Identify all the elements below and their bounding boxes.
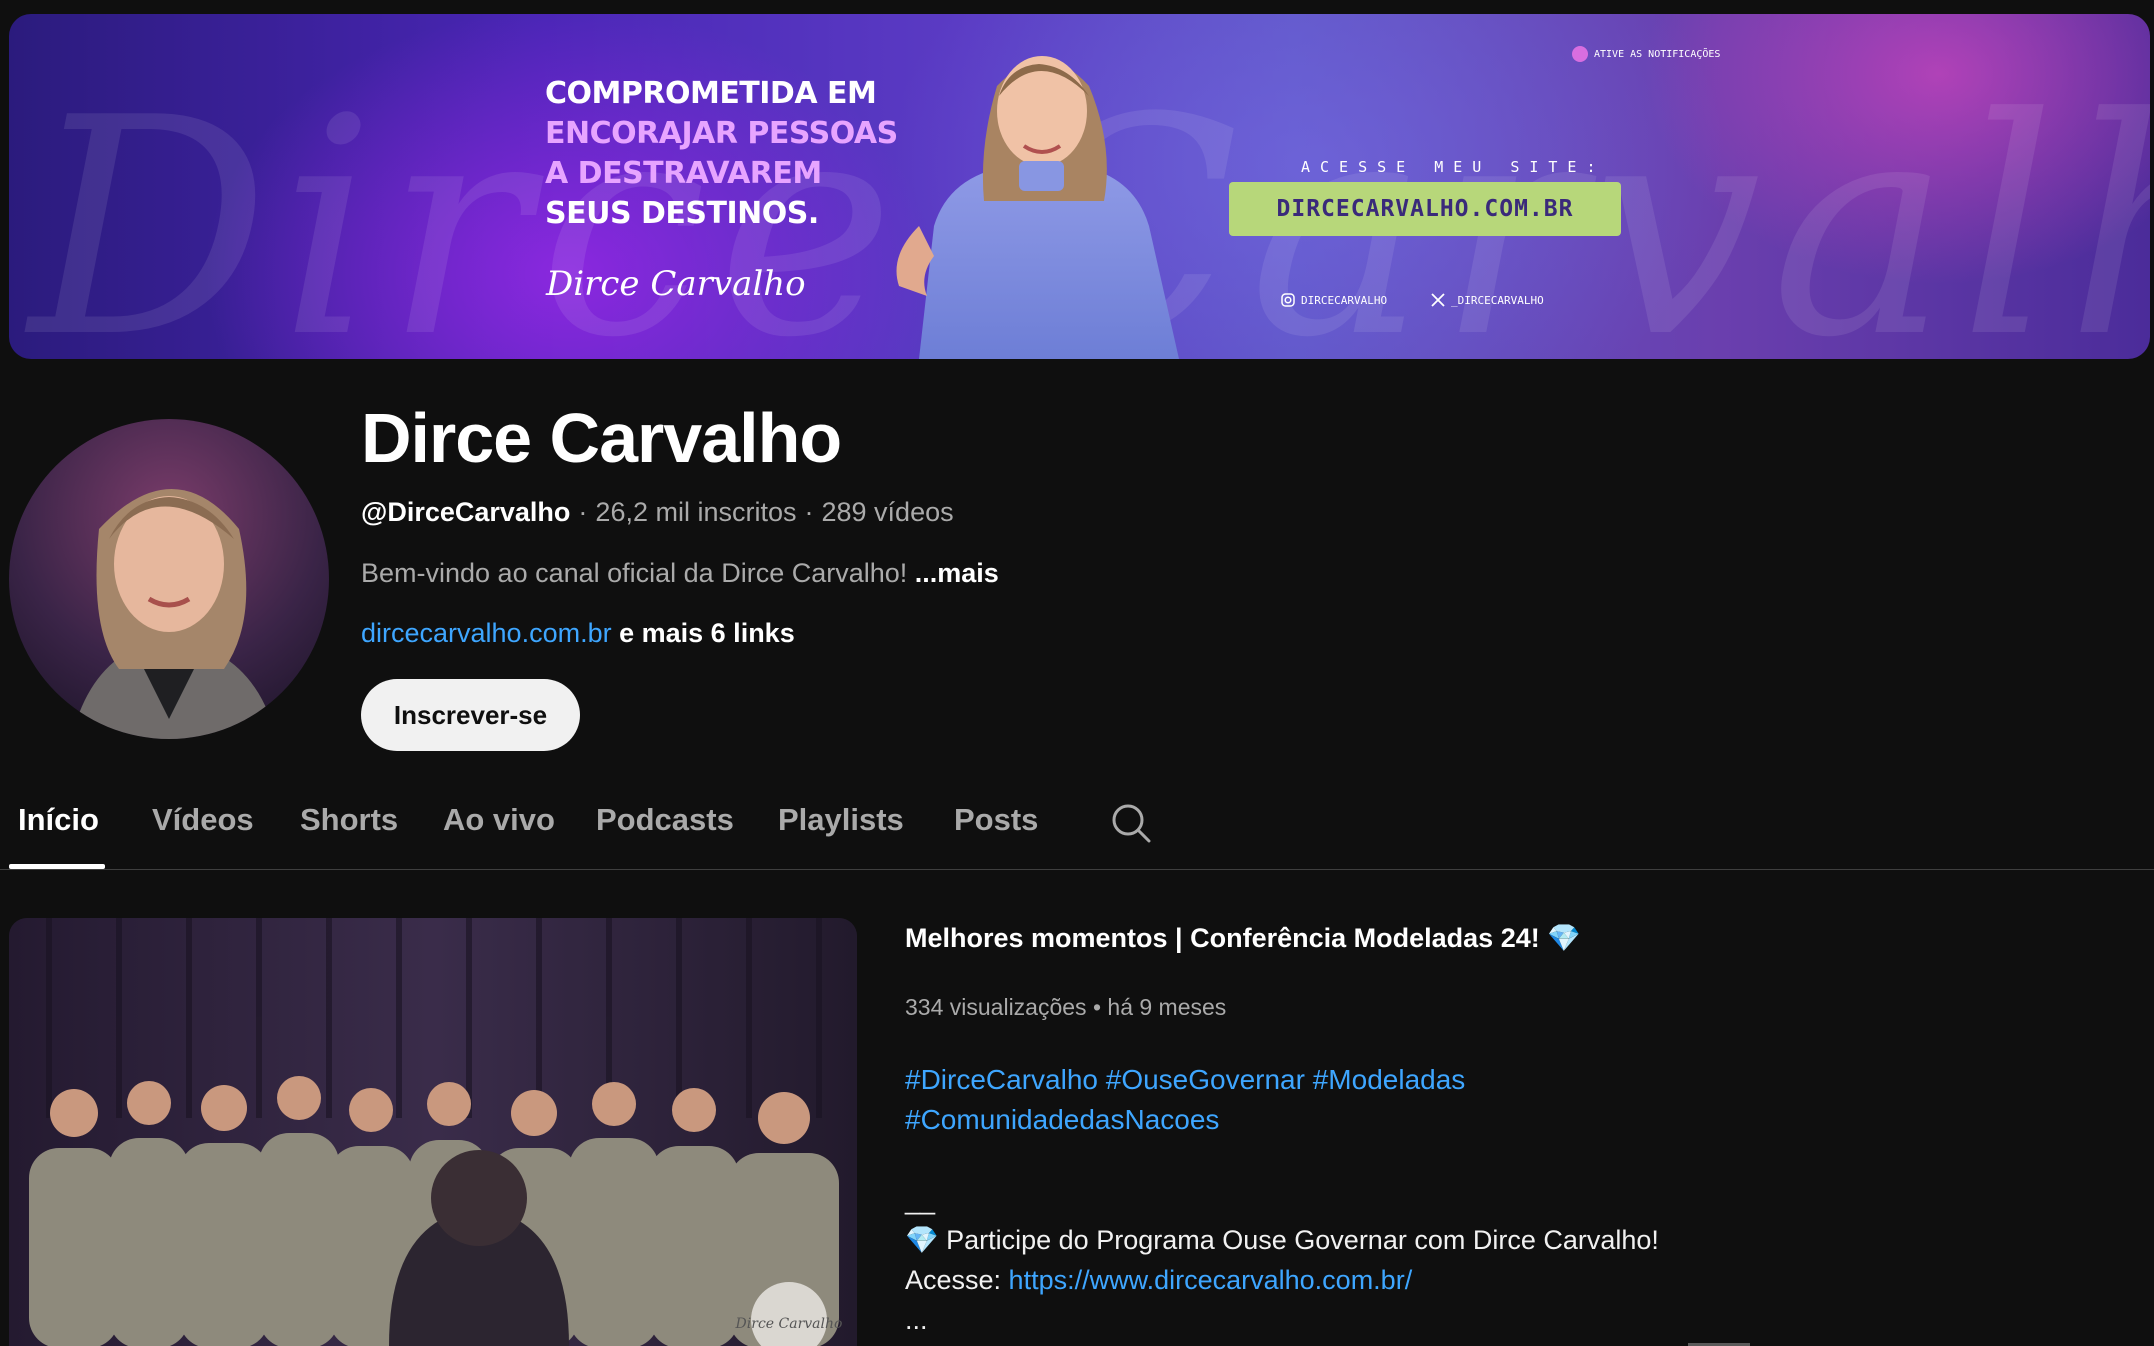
hashtags-line1[interactable]: #DirceCarvalho #OuseGovernar #Modeladas <box>905 1060 1605 1100</box>
video-thumbnail-image: Dirce Carvalho <box>9 918 857 1346</box>
banner-x: _DIRCECARVALHO <box>1431 293 1544 307</box>
search-icon[interactable] <box>1110 802 1152 844</box>
tab-podcasts[interactable]: Podcasts <box>596 802 734 838</box>
video-views: 334 visualizações <box>905 994 1087 1020</box>
x-logo-icon <box>1431 293 1445 307</box>
description-dash: __ <box>905 1185 936 1215</box>
channel-banner: Dirce Carvalho COMPROMETIDA EM ENCORAJAR… <box>9 14 2150 359</box>
avatar-image <box>9 419 329 739</box>
channel-website-link[interactable]: dircecarvalho.com.br <box>361 618 612 648</box>
featured-video-title[interactable]: Melhores momentos | Conferência Modelada… <box>905 922 1581 954</box>
description-more-link[interactable]: ...mais <box>915 558 999 588</box>
banner-instagram: DIRCECARVALHO <box>1281 293 1387 307</box>
channel-handle: @DirceCarvalho <box>361 497 571 527</box>
channel-more-links[interactable]: e mais 6 links <box>619 618 795 648</box>
hashtags-line2[interactable]: #ComunidadedasNacoes <box>905 1100 1605 1140</box>
channel-meta: @DirceCarvalho · 26,2 mil inscritos · 28… <box>361 497 954 528</box>
featured-video-thumbnail[interactable]: Dirce Carvalho <box>9 918 857 1346</box>
description-access: Acesse: https://www.dircecarvalho.com.br… <box>905 1260 1805 1300</box>
tab-videos[interactable]: Vídeos <box>152 802 254 838</box>
tab-posts[interactable]: Posts <box>954 802 1038 838</box>
tab-ao-vivo[interactable]: Ao vivo <box>443 802 555 838</box>
tab-shorts[interactable]: Shorts <box>300 802 398 838</box>
featured-video-description: __ 💎 Participe do Programa Ouse Governar… <box>905 1180 1805 1340</box>
video-age: há 9 meses <box>1107 994 1227 1020</box>
featured-video-stats: 334 visualizações • há 9 meses <box>905 994 1226 1021</box>
banner-site-label: ACESSE MEU SITE: <box>1301 158 1606 176</box>
banner-notify: ATIVE AS NOTIFICAÇÕES <box>1572 46 1720 62</box>
channel-tabs: Início Vídeos Shorts Ao vivo Podcasts Pl… <box>0 790 2154 870</box>
featured-video-hashtags: #DirceCarvalho #OuseGovernar #Modeladas … <box>905 1060 1605 1140</box>
channel-links: dircecarvalho.com.br e mais 6 links <box>361 618 795 649</box>
meta-separator: · <box>804 497 814 527</box>
tab-inicio[interactable]: Início <box>18 802 99 838</box>
access-url-link[interactable]: https://www.dircecarvalho.com.br/ <box>1009 1265 1413 1295</box>
meta-separator: · <box>578 497 588 527</box>
channel-video-count: 289 vídeos <box>821 497 954 527</box>
channel-description[interactable]: Bem-vindo ao canal oficial da Dirce Carv… <box>361 558 999 589</box>
banner-x-handle: _DIRCECARVALHO <box>1451 293 1544 307</box>
channel-title: Dirce Carvalho <box>361 399 842 477</box>
description-ellipsis: ... <box>905 1305 928 1335</box>
banner-person-image <box>896 56 1179 359</box>
access-label: Acesse: <box>905 1265 1009 1295</box>
description-promo: 💎 Participe do Programa Ouse Governar co… <box>905 1225 1659 1255</box>
banner-signature: Dirce Carvalho <box>546 264 806 304</box>
active-tab-indicator <box>9 864 105 869</box>
banner-instagram-handle: DIRCECARVALHO <box>1301 293 1388 307</box>
bell-icon <box>1572 46 1588 62</box>
banner-notify-label: ATIVE AS NOTIFICAÇÕES <box>1594 48 1721 60</box>
channel-avatar[interactable] <box>9 419 329 739</box>
stats-dot: • <box>1092 994 1102 1020</box>
banner-site-button: DIRCECARVALHO.COM.BR <box>1229 182 1621 236</box>
channel-subscribers: 26,2 mil inscritos <box>595 497 797 527</box>
tab-playlists[interactable]: Playlists <box>778 802 904 838</box>
channel-description-text: Bem-vindo ao canal oficial da Dirce Carv… <box>361 558 908 588</box>
video-watermark: Dirce Carvalho <box>735 1316 843 1332</box>
subscribe-button[interactable]: Inscrever-se <box>361 679 580 751</box>
instagram-icon <box>1281 293 1295 307</box>
